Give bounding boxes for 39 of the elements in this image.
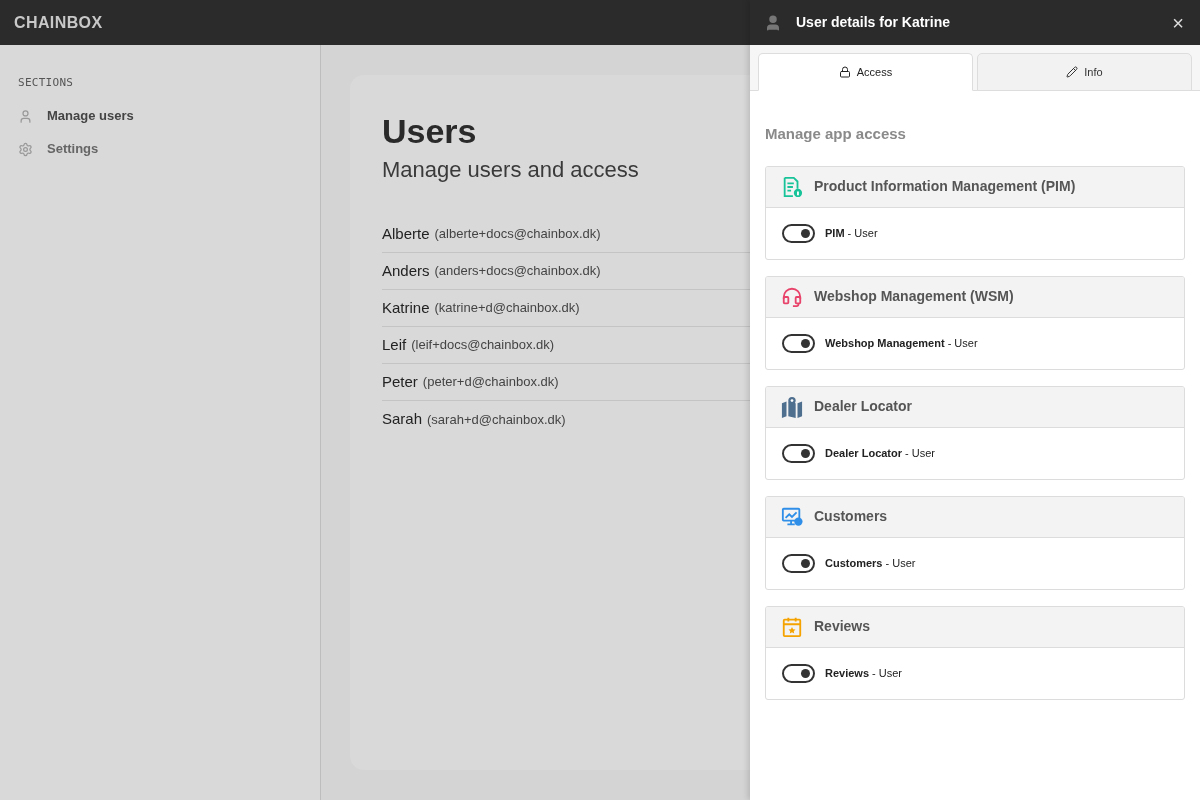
role-label: PIM - User bbox=[825, 225, 878, 241]
user-email: (leif+docs@chainbox.dk) bbox=[411, 336, 555, 355]
user-name: Alberte bbox=[382, 223, 430, 244]
user-name: Peter bbox=[382, 371, 418, 392]
toggle-switch[interactable] bbox=[782, 333, 815, 353]
user-email: (peter+d@chainbox.dk) bbox=[422, 373, 559, 392]
section-title: Manage app access bbox=[765, 124, 907, 144]
tab[interactable]: Access bbox=[758, 53, 973, 91]
user-icon bbox=[764, 13, 782, 32]
toggle-switch[interactable] bbox=[782, 443, 815, 463]
toggle-switch[interactable] bbox=[782, 663, 815, 683]
sidebar-item[interactable]: Settings bbox=[18, 132, 302, 166]
lock-icon bbox=[838, 66, 851, 78]
user-name: Sarah bbox=[382, 409, 423, 430]
drawer-title: User details for Katrine bbox=[796, 13, 952, 32]
page-subtitle: Manage users and access bbox=[382, 156, 639, 184]
role-label: Customers - User bbox=[825, 555, 916, 571]
tab[interactable]: Info bbox=[977, 53, 1192, 91]
user-email: (sarah+d@chainbox.dk) bbox=[427, 410, 566, 429]
pencil-icon bbox=[1066, 66, 1079, 78]
sidebar-item[interactable]: Manage users bbox=[18, 99, 302, 133]
close-button[interactable]: × bbox=[1170, 12, 1186, 33]
user-name: Katrine bbox=[382, 297, 430, 318]
user-email: (anders+docs@chainbox.dk) bbox=[434, 262, 601, 281]
app-name: Reviews bbox=[814, 617, 871, 636]
toggle-switch[interactable] bbox=[782, 223, 815, 243]
sidebar-heading: SECTIONS bbox=[18, 75, 75, 91]
app-logo[interactable]: CHAINBOX bbox=[14, 10, 103, 35]
toggle-switch[interactable] bbox=[782, 553, 815, 573]
user-name: Anders bbox=[382, 260, 430, 281]
page-title: Users bbox=[382, 111, 477, 151]
user-email: (katrine+d@chainbox.dk) bbox=[434, 299, 580, 318]
user-email: (alberte+docs@chainbox.dk) bbox=[434, 225, 601, 244]
user-name: Leif bbox=[382, 334, 407, 355]
app-name: Customers bbox=[814, 507, 888, 526]
role-label: Dealer Locator - User bbox=[825, 445, 936, 461]
settings-icon bbox=[18, 141, 33, 157]
role-label: Reviews - User bbox=[825, 665, 903, 681]
app-name: Product Information Management (PIM) bbox=[814, 177, 1076, 196]
